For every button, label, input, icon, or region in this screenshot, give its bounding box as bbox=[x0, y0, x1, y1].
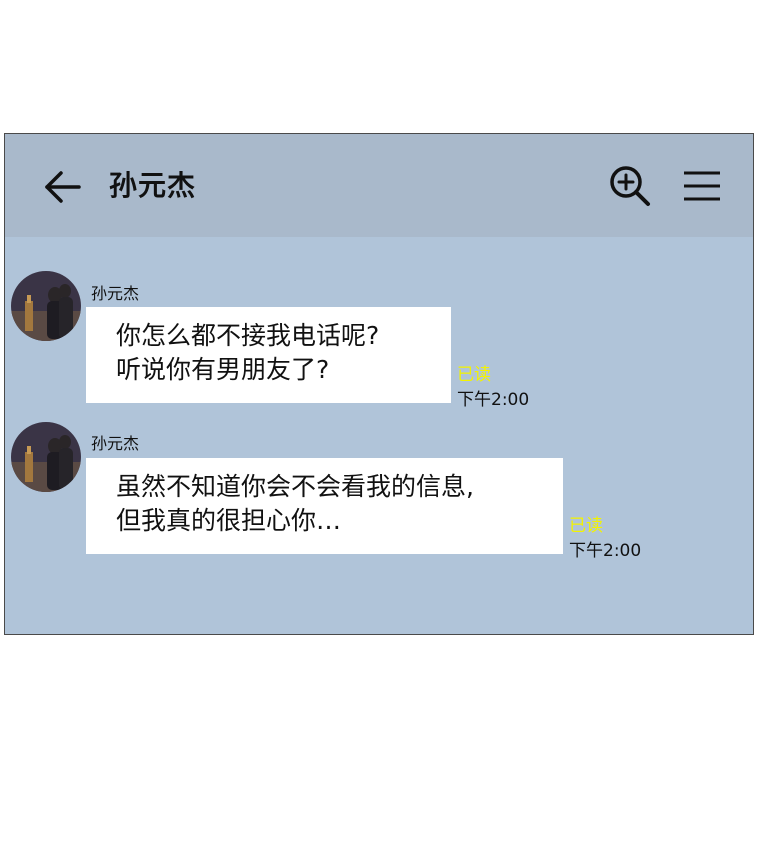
message-line: 虽然不知道你会不会看我的信息, bbox=[116, 472, 474, 501]
read-receipt: 已读 bbox=[457, 365, 491, 385]
message-bubble[interactable]: 你怎么都不接我电话呢? 听说你有男朋友了? bbox=[86, 307, 451, 403]
menu-icon[interactable] bbox=[682, 167, 722, 205]
back-arrow-icon[interactable] bbox=[43, 167, 83, 207]
message-time: 下午2:00 bbox=[457, 390, 530, 410]
chat-window: 孙元杰 孙元杰 你怎么都不接我电话呢? 听说你有男朋友了? 已读 下午2:00 … bbox=[4, 133, 754, 635]
chat-header: 孙元杰 bbox=[5, 134, 753, 237]
message-line: 你怎么都不接我电话呢? bbox=[116, 321, 380, 350]
message-line: 听说你有男朋友了? bbox=[116, 355, 330, 384]
message-line: 但我真的很担心你… bbox=[116, 506, 342, 535]
avatar[interactable] bbox=[11, 422, 81, 492]
message-bubble[interactable]: 虽然不知道你会不会看我的信息, 但我真的很担心你… bbox=[86, 458, 563, 554]
chat-title: 孙元杰 bbox=[109, 169, 197, 202]
message-time: 下午2:00 bbox=[569, 541, 642, 561]
zoom-in-icon[interactable] bbox=[607, 163, 653, 209]
sender-name: 孙元杰 bbox=[91, 434, 140, 453]
sender-name: 孙元杰 bbox=[91, 284, 140, 303]
read-receipt: 已读 bbox=[569, 516, 603, 536]
avatar[interactable] bbox=[11, 271, 81, 341]
